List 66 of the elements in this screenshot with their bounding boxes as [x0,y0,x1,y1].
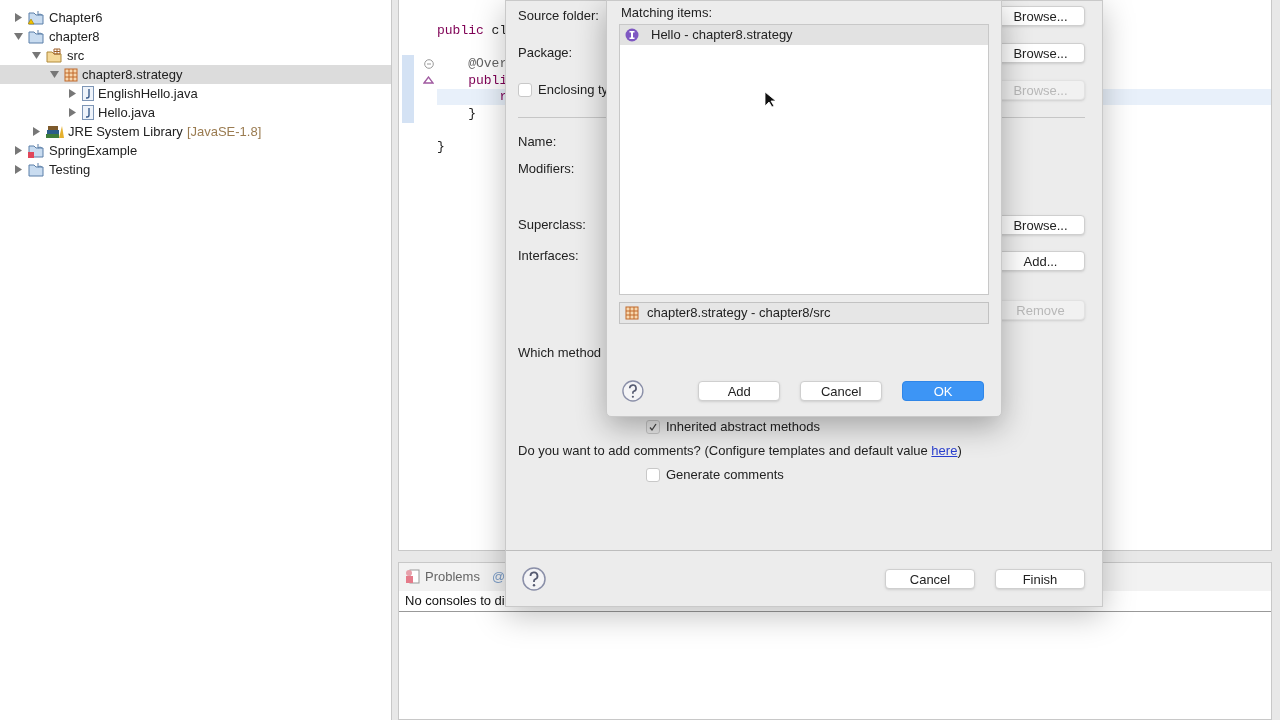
tree-item[interactable]: JRE System Library [JavaSE-1.8] [0,122,391,141]
field-label: Which method [518,344,602,363]
mouse-pointer-icon [764,91,775,108]
code-line: publi [467,71,508,90]
cancel-button[interactable]: Cancel [885,568,975,589]
tree-item[interactable]: Hello.java [0,103,391,122]
tree-item[interactable]: Testing [0,160,391,179]
field-label: Interfaces: [518,247,579,265]
comments-question: Do you want to add comments? (Configure templates and default value here) [518,442,962,461]
java-file-icon [82,86,94,101]
project-folder-icon [28,162,45,177]
checkbox-label: Generate comments [666,466,784,485]
code-line: } [467,105,476,124]
checkbox[interactable] [646,420,660,434]
tree-label: chapter8 [49,27,100,46]
field-label: Superclass: [518,216,586,235]
field-label: Package: [518,44,573,63]
source-folder-icon [46,48,63,63]
tree-label: Hello.java [98,103,156,122]
field-label: Source folder: [518,7,599,26]
tree-item[interactable]: chapter8.strategy [0,65,391,84]
library-books-icon [46,124,64,139]
code-line: } [437,138,445,157]
override-triangle-icon [423,76,434,85]
qualifier-text: chapter8.strategy - chapter8/src [647,304,831,323]
here-link[interactable]: here [931,443,958,459]
help-icon[interactable] [522,566,546,591]
problems-icon [405,569,421,585]
package-icon [625,306,639,320]
list-item-label: Hello - chapter8.strategy [651,26,793,45]
code-line: @Over [467,54,508,73]
tree-label: chapter8.strategy [82,65,183,84]
field-label: Name: [518,133,557,152]
tree-label: JRE System Library [68,122,183,141]
add-button[interactable]: Add [698,381,781,401]
package-icon [64,67,78,82]
field-label: Modifiers: [518,160,575,179]
tree-label: Testing [49,160,91,179]
problems-tab[interactable]: Problems [425,567,480,587]
project-folder-icon [28,143,45,158]
field-label: Matching items: [621,3,713,22]
collapsed-arrow-icon[interactable] [14,13,24,22]
finish-button[interactable]: Finish [995,568,1085,589]
tree-label: src [67,46,85,65]
java-file-icon [82,105,94,120]
tree-item[interactable]: Chapter6 [0,8,391,27]
fold-minus-icon[interactable] [424,58,434,69]
checkbox[interactable] [518,83,532,97]
checkbox[interactable] [646,468,660,482]
project-folder-icon [28,29,45,44]
help-icon[interactable] [622,379,644,403]
tree-item[interactable]: SpringExample [0,141,391,160]
project-folder-icon [28,10,45,25]
tree-label: SpringExample [49,141,138,160]
cancel-button[interactable]: Cancel [800,381,883,401]
tree-label: EnglishHello.java [98,84,198,103]
tree-label-suffix: [JavaSE-1.8] [186,122,262,141]
tree-item[interactable]: chapter8 [0,27,391,46]
tree-item[interactable]: EnglishHello.java [0,84,391,103]
tree-item[interactable]: src [0,46,391,65]
tree-label: Chapter6 [49,8,103,27]
checkbox-label: Inherited abstract methods [666,418,820,437]
check-icon [648,422,658,432]
interface-icon [625,28,639,42]
change-marker [402,55,414,123]
list-item[interactable]: Hello - chapter8.strategy [620,25,988,45]
